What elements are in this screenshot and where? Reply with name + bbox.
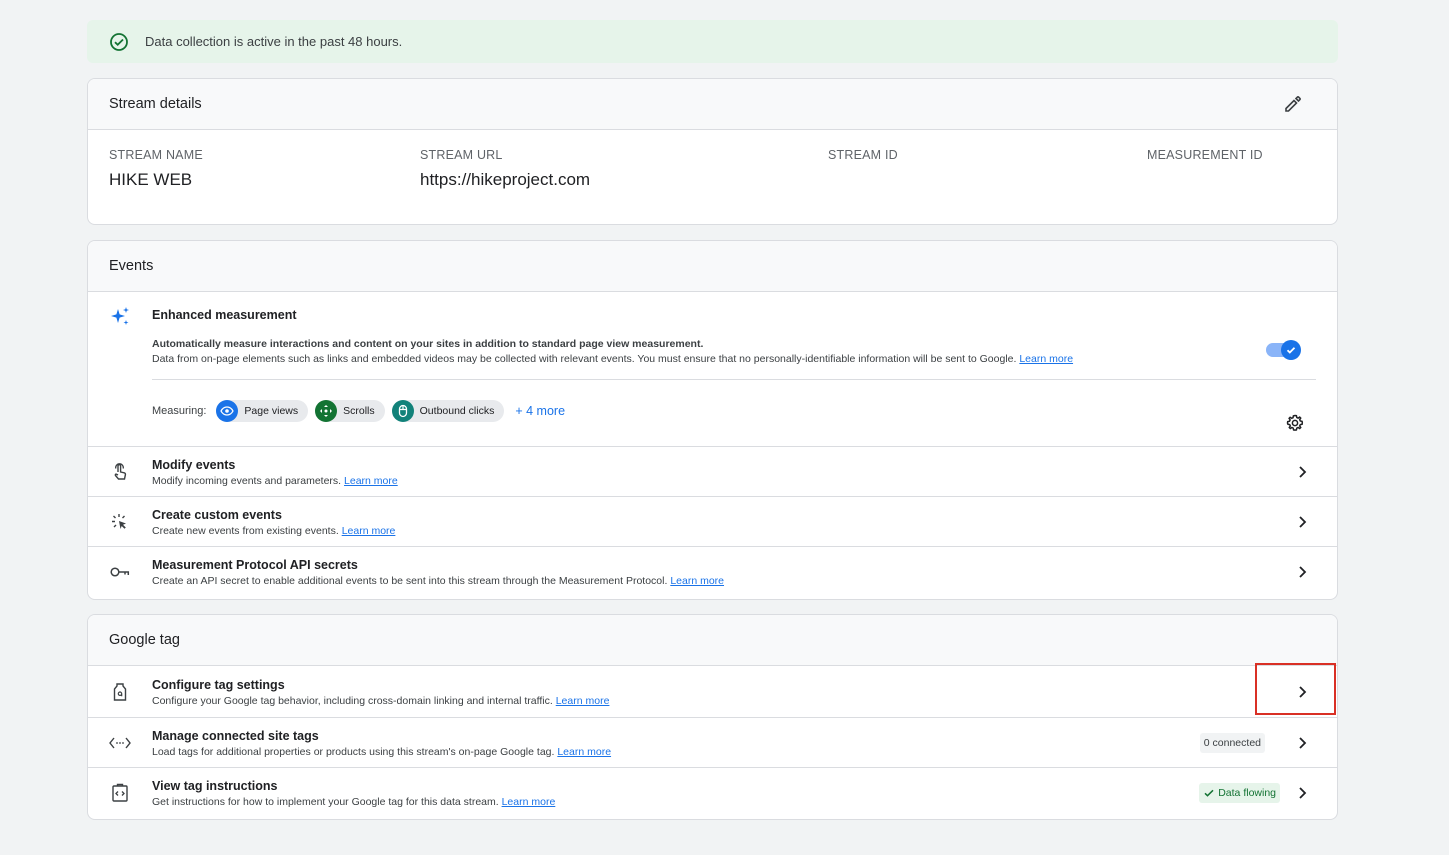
learn-more-link[interactable]: Learn more <box>670 575 724 587</box>
google-tag-header: Google tag <box>88 615 1337 666</box>
chip-scrolls[interactable]: Scrolls <box>315 400 385 422</box>
row-description: Create an API secret to enable additiona… <box>152 575 724 587</box>
stream-details-card: Stream details STREAM NAME HIKE WEB STRE… <box>87 78 1338 225</box>
row-configure-tag-settings[interactable]: Configure tag settings Configure your Go… <box>88 666 1337 718</box>
row-description: Modify incoming events and parameters. L… <box>152 475 398 487</box>
google-tag-card: Google tag Configure tag settings Config… <box>87 614 1338 820</box>
code-arrows-icon <box>109 732 131 754</box>
card-title: Stream details <box>109 96 202 112</box>
sparkle-icon <box>109 306 131 328</box>
description-text: Create new events from existing events. <box>152 525 339 537</box>
edit-icon[interactable] <box>1282 93 1304 115</box>
measuring-row: Measuring: Page views Scrolls Outbound c… <box>152 400 565 422</box>
connected-count-badge: 0 connected <box>1199 733 1265 753</box>
enhanced-measurement-description: Automatically measure interactions and c… <box>152 338 704 350</box>
row-title: View tag instructions <box>152 779 278 793</box>
description-text: Modify incoming events and parameters. <box>152 475 342 487</box>
learn-more-link[interactable]: Learn more <box>502 796 556 808</box>
description-text: Configure your Google tag behavior, incl… <box>152 695 553 707</box>
enhanced-measurement-title: Enhanced measurement <box>152 308 297 322</box>
check-circle-icon <box>109 32 129 52</box>
badge-label: Data flowing <box>1218 787 1276 799</box>
chip-outbound-clicks[interactable]: Outbound clicks <box>391 400 505 422</box>
field-label: MEASUREMENT ID <box>1147 148 1263 162</box>
card-title: Google tag <box>109 632 180 648</box>
chip-label: Page views <box>244 405 299 417</box>
row-description: Create new events from existing events. … <box>152 525 395 537</box>
check-icon <box>1204 789 1214 797</box>
events-card: Events Enhanced measurement Automaticall… <box>87 240 1338 600</box>
enhanced-measurement: Enhanced measurement Automatically measu… <box>88 292 1337 447</box>
gear-icon[interactable] <box>1285 413 1307 435</box>
field-value: HIKE WEB <box>109 170 193 189</box>
chip-label: Outbound clicks <box>419 405 495 417</box>
chevron-right-icon[interactable] <box>1291 732 1313 754</box>
measuring-label: Measuring: <box>152 405 207 417</box>
eye-icon <box>216 400 239 422</box>
note-text: Data from on-page elements such as links… <box>152 353 1017 365</box>
touch-icon <box>109 461 131 483</box>
move-arrows-icon <box>315 400 338 422</box>
row-create-custom-events[interactable]: Create custom events Create new events f… <box>88 497 1337 547</box>
chevron-right-icon[interactable] <box>1291 782 1313 804</box>
data-flowing-badge: Data flowing <box>1199 783 1280 803</box>
card-title: Events <box>109 258 154 274</box>
field-value: https://hikeproject.com <box>420 170 591 189</box>
enhanced-measurement-note: Data from on-page elements such as links… <box>152 353 1073 365</box>
chevron-right-icon[interactable] <box>1291 561 1313 583</box>
tag-icon <box>109 681 131 703</box>
stream-id-field: STREAM ID <box>828 148 898 170</box>
description-text: Load tags for additional properties or p… <box>152 746 555 758</box>
row-description: Get instructions for how to implement yo… <box>152 796 555 808</box>
field-label: STREAM NAME <box>109 148 203 162</box>
description-text: Create an API secret to enable additiona… <box>152 575 668 587</box>
events-header: Events <box>88 241 1337 292</box>
enhanced-measurement-toggle[interactable] <box>1266 340 1301 360</box>
stream-details-header: Stream details <box>88 79 1337 130</box>
divider <box>152 379 1316 380</box>
description-text: Get instructions for how to implement yo… <box>152 796 499 808</box>
chevron-right-icon[interactable] <box>1291 681 1313 703</box>
chip-page-views[interactable]: Page views <box>216 400 309 422</box>
key-icon <box>109 561 131 583</box>
chevron-right-icon[interactable] <box>1291 461 1313 483</box>
row-manage-connected-site-tags[interactable]: Manage connected site tags Load tags for… <box>88 718 1337 768</box>
row-view-tag-instructions[interactable]: View tag instructions Get instructions f… <box>88 768 1337 818</box>
learn-more-link[interactable]: Learn more <box>344 475 398 487</box>
learn-more-link[interactable]: Learn more <box>1019 353 1073 365</box>
row-title: Manage connected site tags <box>152 729 319 743</box>
learn-more-link[interactable]: Learn more <box>342 525 396 537</box>
row-title: Configure tag settings <box>152 678 285 692</box>
learn-more-link[interactable]: Learn more <box>557 746 611 758</box>
more-events-link[interactable]: + 4 more <box>515 404 565 418</box>
row-description: Load tags for additional properties or p… <box>152 746 611 758</box>
status-banner: Data collection is active in the past 48… <box>87 20 1338 63</box>
field-label: STREAM ID <box>828 148 898 162</box>
measurement-id-field: MEASUREMENT ID <box>1147 148 1263 170</box>
row-title: Create custom events <box>152 508 282 522</box>
row-measurement-protocol[interactable]: Measurement Protocol API secrets Create … <box>88 547 1337 597</box>
field-label: STREAM URL <box>420 148 503 162</box>
stream-name-field: STREAM NAME HIKE WEB <box>109 148 203 190</box>
check-icon <box>1281 340 1301 360</box>
learn-more-link[interactable]: Learn more <box>556 695 610 707</box>
click-sparkle-icon <box>109 511 131 533</box>
row-title: Measurement Protocol API secrets <box>152 558 358 572</box>
chip-label: Scrolls <box>343 405 375 417</box>
clipboard-code-icon <box>109 782 131 804</box>
mouse-icon <box>391 400 414 422</box>
row-description: Configure your Google tag behavior, incl… <box>152 695 609 707</box>
stream-url-field: STREAM URL https://hikeproject.com <box>420 148 590 190</box>
row-title: Modify events <box>152 458 236 472</box>
chevron-right-icon[interactable] <box>1291 511 1313 533</box>
stream-details-body: STREAM NAME HIKE WEB STREAM URL https://… <box>88 130 1337 224</box>
row-modify-events[interactable]: Modify events Modify incoming events and… <box>88 447 1337 497</box>
banner-text: Data collection is active in the past 48… <box>145 34 403 49</box>
